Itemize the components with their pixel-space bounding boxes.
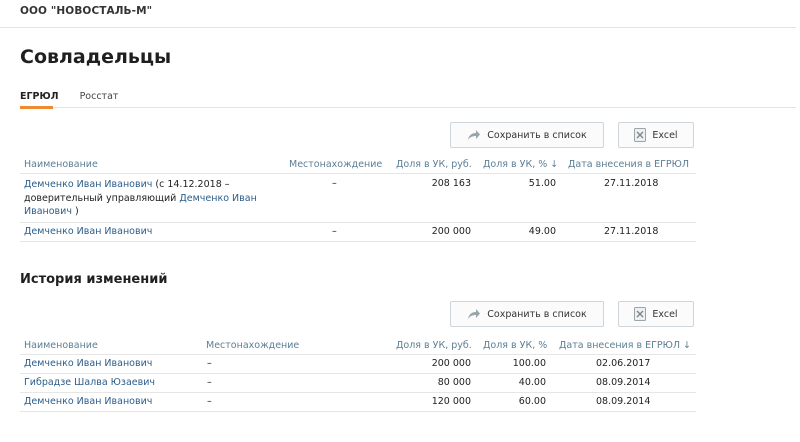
share-pct-cell: 60.00	[518, 396, 546, 407]
date-cell: 27.11.2018	[604, 226, 659, 237]
col-header-location[interactable]: Местонахождение	[289, 159, 382, 170]
tab-egrul[interactable]: ЕГРЮЛ	[20, 91, 59, 102]
location-cell: –	[207, 396, 212, 407]
history-owner-link[interactable]: Демченко Иван Иванович	[24, 358, 152, 369]
history-excel-export-button[interactable]: Excel	[618, 301, 694, 327]
share-pct-cell: 49.00	[528, 226, 556, 237]
share-rub-cell: 200 000	[431, 358, 471, 369]
share-rub-cell: 80 000	[437, 377, 471, 388]
header-divider	[0, 27, 796, 28]
location-cell: –	[332, 178, 337, 189]
share-rub-cell: 208 163	[431, 178, 471, 189]
location-cell: –	[207, 377, 212, 388]
row-divider	[20, 373, 696, 374]
share-pct-cell: 51.00	[528, 178, 556, 189]
date-cell: 08.09.2014	[596, 396, 651, 407]
tabs-divider	[20, 107, 796, 108]
col-header-share-pct[interactable]: Доля в УК, % ↓	[483, 159, 558, 170]
share-pct-cell: 100.00	[512, 358, 546, 369]
col-header-date[interactable]: Дата внесения в ЕГРЮЛ	[568, 159, 689, 170]
history-col-header-share-rub[interactable]: Доля в УК, руб.	[396, 340, 472, 351]
active-tab-indicator	[20, 106, 53, 109]
history-owner-link[interactable]: Демченко Иван Иванович	[24, 396, 152, 407]
location-cell: –	[332, 226, 337, 237]
share-rub-cell: 200 000	[431, 226, 471, 237]
row-divider	[20, 411, 696, 412]
row-divider	[20, 241, 696, 242]
excel-icon	[634, 128, 647, 142]
history-col-header-name[interactable]: Наименование	[24, 340, 98, 351]
header-divider-owners	[20, 173, 696, 174]
company-name: ООО "НОВОСТАЛЬ-М"	[20, 5, 153, 17]
history-col-header-location[interactable]: Местонахождение	[206, 340, 299, 351]
excel-button-label: Excel	[652, 129, 678, 141]
save-button-label: Сохранить в список	[487, 129, 587, 141]
page-title: Совладельцы	[20, 46, 172, 68]
col-header-name[interactable]: Наименование	[24, 159, 98, 170]
history-owner-link[interactable]: Гибрадзе Шалва Юзаевич	[24, 377, 155, 388]
date-cell: 08.09.2014	[596, 377, 651, 388]
history-col-header-date[interactable]: Дата внесения в ЕГРЮЛ ↓	[559, 340, 691, 351]
history-save-to-list-button[interactable]: Сохранить в список	[450, 301, 604, 327]
save-button-label: Сохранить в список	[487, 308, 587, 320]
excel-button-label: Excel	[652, 308, 678, 320]
location-cell: –	[207, 358, 212, 369]
tab-rosstat[interactable]: Росстат	[80, 91, 119, 102]
history-col-header-share-pct[interactable]: Доля в УК, %	[483, 340, 547, 351]
excel-export-button[interactable]: Excel	[618, 122, 694, 148]
history-title: История изменений	[20, 272, 168, 287]
save-to-list-button[interactable]: Сохранить в список	[450, 122, 604, 148]
owner-link[interactable]: Демченко Иван Иванович	[24, 179, 152, 190]
history-header-divider	[20, 354, 696, 355]
tab-bar: ЕГРЮЛ Росстат	[20, 91, 139, 102]
share-arrow-icon	[467, 129, 481, 141]
owner-link[interactable]: Демченко Иван Иванович	[24, 226, 152, 237]
share-arrow-icon	[467, 308, 481, 320]
col-header-share-rub[interactable]: Доля в УК, руб.	[396, 159, 472, 170]
row-divider	[20, 222, 696, 223]
date-cell: 27.11.2018	[604, 178, 659, 189]
trustee-link-cont[interactable]: Иванович	[24, 206, 72, 217]
share-rub-cell: 120 000	[431, 396, 471, 407]
table-row: Демченко Иван Иванович (с 14.12.2018 – д…	[24, 179, 257, 217]
excel-icon	[634, 307, 647, 321]
row-divider	[20, 392, 696, 393]
share-pct-cell: 40.00	[518, 377, 546, 388]
date-cell: 02.06.2017	[596, 358, 651, 369]
trustee-link[interactable]: Демченко Иван	[179, 193, 256, 204]
